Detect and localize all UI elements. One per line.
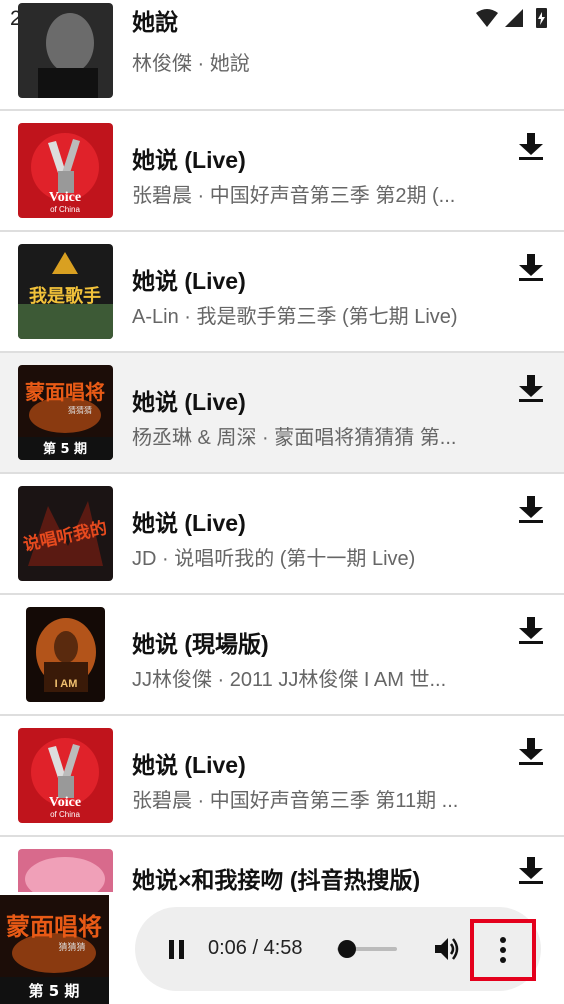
list-item[interactable]: 说唱听我的 她说 (Live) JD · 说唱听我的 (第十一期 Live): [0, 474, 564, 594]
song-subtitle: 张碧晨 · 中国好声音第三季 第2期 (...: [132, 185, 456, 207]
song-subtitle: 林俊傑 · 她說: [132, 53, 250, 75]
list-item[interactable]: 蒙面唱将 猜猜猜 第 5 期 她说 (Live) 杨丞琳 & 周深 · 蒙面唱将…: [0, 353, 564, 473]
more-options-button[interactable]: [470, 919, 536, 981]
song-title: 她说 (Live): [132, 752, 246, 778]
song-subtitle: JJ林俊傑 · 2011 JJ林俊傑 I AM 世...: [132, 669, 447, 691]
album-cover: Voice of China: [18, 728, 113, 823]
svg-text:第 5 期: 第 5 期: [29, 982, 80, 1000]
list-item[interactable]: I AM 她说 (現場版) JJ林俊傑 · 2011 JJ林俊傑 I AM 世.…: [0, 595, 564, 715]
download-icon[interactable]: [516, 615, 546, 645]
pause-icon[interactable]: [167, 939, 187, 961]
song-title: 她说 (Live): [132, 147, 246, 173]
download-icon[interactable]: [516, 494, 546, 524]
download-icon[interactable]: [516, 252, 546, 282]
song-subtitle: JD · 说唱听我的 (第十一期 Live): [132, 548, 416, 570]
song-title: 她说×和我接吻 (抖音热搜版): [132, 867, 421, 893]
svg-text:of China: of China: [50, 205, 80, 214]
song-title: 她说 (現場版): [132, 631, 269, 657]
svg-text:蒙面唱将: 蒙面唱将: [6, 912, 102, 941]
svg-text:I AM: I AM: [55, 678, 78, 690]
volume-icon[interactable]: [433, 935, 461, 963]
song-subtitle: A-Lin · 我是歌手第三季 (第七期 Live): [132, 306, 458, 328]
song-title: 她说 (Live): [132, 389, 246, 415]
svg-text:Voice: Voice: [49, 795, 81, 810]
download-icon[interactable]: [516, 131, 546, 161]
album-cover: 我是歌手: [18, 244, 113, 339]
playback-time: 0:06 / 4:58: [208, 937, 303, 959]
song-title: 她说 (Live): [132, 268, 246, 294]
album-cover: 说唱听我的: [18, 486, 113, 581]
song-subtitle: 张碧晨 · 中国好声音第三季 第11期 ...: [132, 790, 459, 812]
song-subtitle: 杨丞琳 & 周深 · 蒙面唱将猜猜猜 第...: [132, 427, 457, 449]
list-item[interactable]: 她說 林俊傑 · 她說: [0, 0, 564, 109]
song-title: 她说 (Live): [132, 510, 246, 536]
download-icon[interactable]: [516, 855, 546, 885]
seek-knob[interactable]: [338, 940, 357, 958]
list-item[interactable]: Voice of China 她说 (Live) 张碧晨 · 中国好声音第三季 …: [0, 716, 564, 836]
list-item[interactable]: 我是歌手 她说 (Live) A-Lin · 我是歌手第三季 (第七期 Live…: [0, 232, 564, 352]
download-icon[interactable]: [516, 736, 546, 766]
download-icon[interactable]: [516, 373, 546, 403]
song-title: 她說: [132, 9, 178, 35]
svg-text:猜猜猜: 猜猜猜: [58, 941, 85, 953]
svg-text:我是歌手: 我是歌手: [29, 285, 101, 307]
svg-text:of China: of China: [50, 810, 80, 819]
svg-text:猜猜猜: 猜猜猜: [68, 405, 92, 415]
now-playing-cover[interactable]: 蒙面唱将 猜猜猜 第 5 期: [0, 895, 109, 1004]
list-item[interactable]: Voice of China 她说 (Live) 张碧晨 · 中国好声音第三季 …: [0, 111, 564, 231]
album-cover: Voice of China: [18, 123, 113, 218]
album-cover: [18, 3, 113, 98]
svg-text:Voice: Voice: [49, 190, 81, 205]
album-cover: I AM: [26, 607, 105, 702]
svg-text:蒙面唱将: 蒙面唱将: [25, 380, 105, 404]
album-cover: 蒙面唱将 猜猜猜 第 5 期: [18, 365, 113, 460]
more-vertical-icon[interactable]: [500, 937, 506, 963]
svg-text:第 5 期: 第 5 期: [43, 441, 87, 457]
